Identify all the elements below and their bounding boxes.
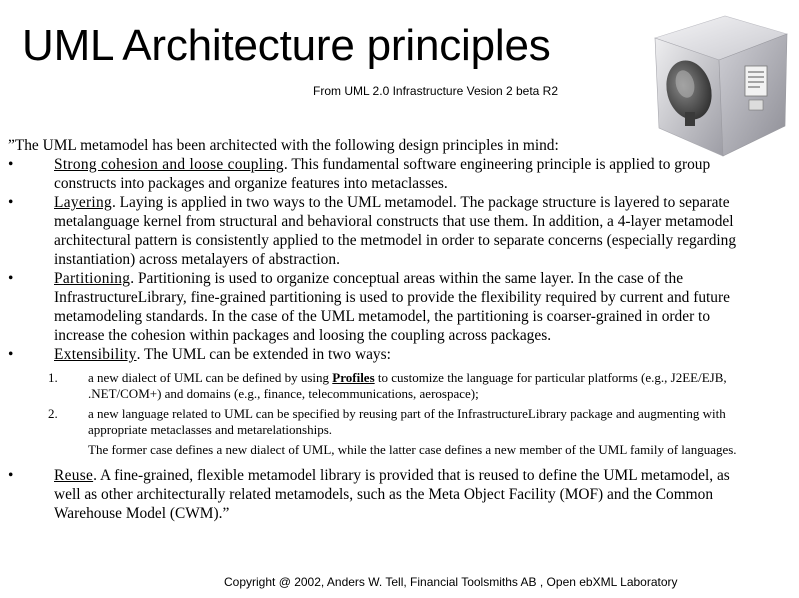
- principle-item: • Extensibility. The UML can be extended…: [8, 345, 748, 364]
- principle-item: • Layering. Laying is applied in two way…: [8, 193, 748, 269]
- principle-text: . Laying is applied in two ways to the U…: [54, 194, 737, 268]
- principle-text: . Partitioning is used to organize conce…: [54, 270, 730, 344]
- extension-way-item: 1. a new dialect of UML can be defined b…: [8, 370, 748, 402]
- principles-list-continued: • Reuse. A fine-grained, flexible metamo…: [8, 466, 748, 523]
- bullet-icon: •: [8, 270, 14, 287]
- principle-term: Partitioning: [54, 270, 131, 287]
- intro-paragraph: ”The UML metamodel has been architected …: [8, 137, 559, 154]
- bullet-icon: •: [8, 194, 14, 211]
- extension-ways-list: 1. a new dialect of UML can be defined b…: [8, 370, 748, 438]
- slide-title: UML Architecture principles: [22, 21, 551, 70]
- extension-note: The former case defines a new dialect of…: [88, 442, 737, 457]
- footer-copyright: Copyright @ 2002, Anders W. Tell, Financ…: [224, 575, 678, 589]
- principle-text: . A fine-grained, flexible metamodel lib…: [54, 467, 730, 522]
- principle-term: Strong cohesion and loose coupling: [54, 156, 284, 173]
- principle-text: . The UML can be extended in two ways:: [136, 346, 391, 363]
- principles-list: • Strong cohesion and loose coupling . Th…: [8, 155, 748, 364]
- way-text: a new language related to UML can be spe…: [88, 406, 726, 437]
- principle-term: Reuse: [54, 467, 94, 484]
- bullet-icon: •: [8, 156, 14, 173]
- principle-term: Extensibility: [54, 346, 137, 363]
- list-number: 1.: [48, 370, 58, 385]
- slide-body: ”The UML metamodel has been architected …: [8, 136, 748, 523]
- principle-term: Layering: [54, 194, 112, 211]
- bullet-icon: •: [8, 467, 14, 484]
- principle-item: • Strong cohesion and loose coupling. Th…: [8, 155, 748, 193]
- principle-item: • Reuse. A fine-grained, flexible metamo…: [8, 466, 748, 523]
- slide-subtitle: From UML 2.0 Infrastructure Vesion 2 bet…: [313, 84, 558, 98]
- profiles-term: Profiles: [332, 370, 375, 385]
- list-number: 2.: [48, 406, 58, 421]
- extension-way-item: 2. a new language related to UML can be …: [8, 406, 748, 438]
- way-text: a new dialect of UML can be defined by u…: [88, 370, 333, 385]
- bullet-icon: •: [8, 346, 14, 363]
- principle-item: • Partitioning. Partitioning is used to …: [8, 269, 748, 345]
